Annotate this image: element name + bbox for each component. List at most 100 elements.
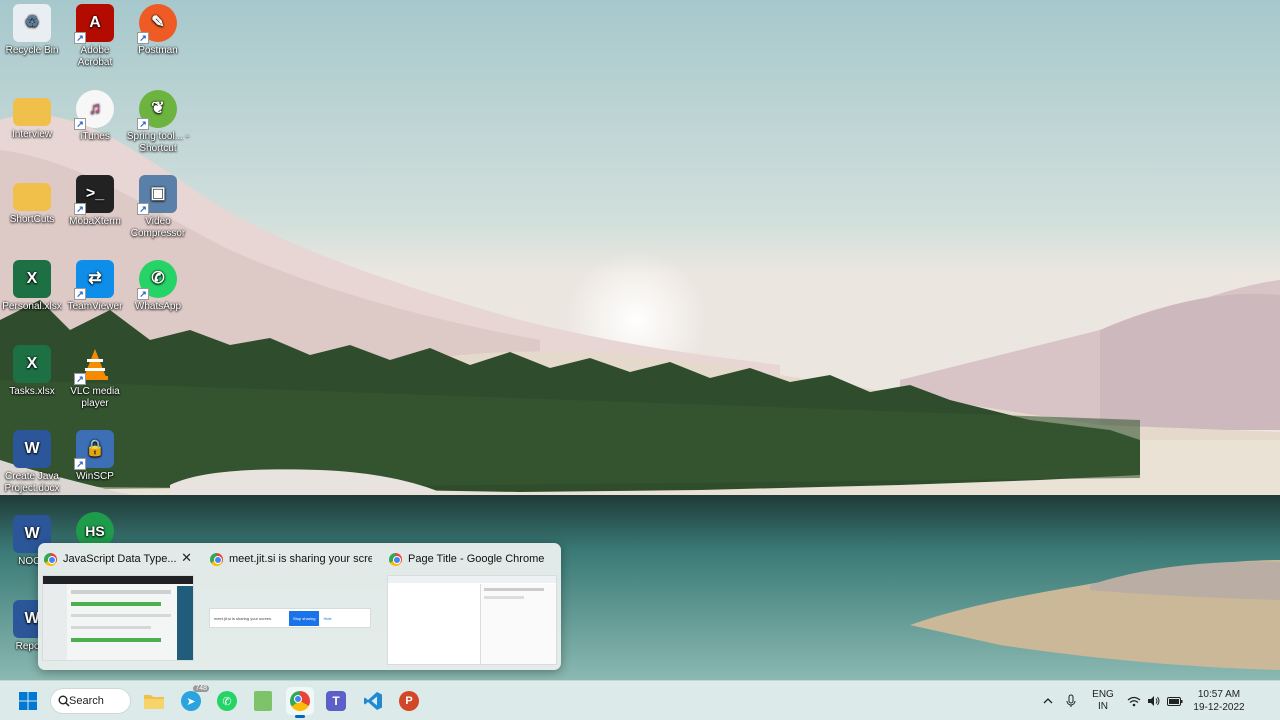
postman-icon: ✎ ↗ (137, 4, 177, 44)
chevron-up-icon (1043, 698, 1053, 704)
wifi-button[interactable] (1125, 681, 1143, 720)
postman-desktop-icon[interactable]: ✎ ↗ Postman (126, 4, 190, 57)
show-hidden-icons-button[interactable] (1038, 681, 1058, 720)
chrome-icon (44, 552, 57, 566)
chrome-icon (389, 552, 402, 566)
chrome-icon (210, 552, 223, 566)
itunes-icon: ♫ ↗ (74, 90, 114, 130)
desktop-icon-label: VLC media player (70, 386, 120, 409)
thumb-line (71, 638, 161, 642)
vlc-desktop-icon[interactable]: ↗ VLC media player (63, 345, 127, 410)
clock[interactable]: 10:57 AM 19-12-2022 (1190, 681, 1248, 720)
preview-title: JavaScript Data Type... (63, 553, 177, 565)
video-compressor-desktop-icon[interactable]: ▣ ↗ Video Compressor (126, 175, 190, 240)
desktop-icon-label: iTunes (80, 131, 110, 142)
telegram-button[interactable]: ➤ 748 (177, 685, 209, 715)
desktop-icon-label: Video Compressor (130, 216, 186, 239)
desktop-icon-label: Tasks.xlsx (9, 386, 55, 397)
teamviewer-desktop-icon[interactable]: ⇄ ↗ TeamViewer (63, 260, 127, 313)
start-button[interactable] (14, 687, 42, 715)
powerpoint-button[interactable]: P (395, 687, 423, 715)
search-icon (58, 695, 70, 707)
spring-tool-desktop-icon[interactable]: ❦ ↗ Spring tool... - Shortcut (126, 90, 190, 155)
active-indicator (295, 715, 305, 718)
desktop-icon-label: Spring tool... - Shortcut (126, 131, 190, 154)
winscp-desktop-icon[interactable]: 🔒 ↗ WinSCP (63, 430, 127, 483)
spring-leaf-icon: ❦ ↗ (137, 90, 177, 130)
acrobat-icon: A ↗ (74, 4, 114, 44)
desktop-icon-label: TeamViewer (67, 301, 123, 312)
whatsapp-desktop-icon[interactable]: ✆ ↗ WhatsApp (126, 260, 190, 313)
volume-button[interactable] (1145, 681, 1163, 720)
thumb-line (71, 614, 171, 617)
search-label: Search (69, 695, 104, 707)
desktop-icon-label: Postman (138, 45, 178, 56)
interview-folder-desktop-icon[interactable]: Interview (0, 90, 64, 141)
desktop-icon-label: ShortCuts (9, 214, 55, 225)
video-compressor-icon: ▣ ↗ (137, 175, 177, 215)
chrome-window-previews: JavaScript Data Type... ✕ meet.jit.si is… (38, 543, 561, 670)
teams-button[interactable]: T (322, 687, 350, 715)
recycle-bin-desktop-icon[interactable]: ♻ Recycle Bin (0, 4, 64, 57)
wifi-icon (1127, 696, 1141, 706)
taskbar-search-box[interactable]: Search (50, 688, 131, 714)
preview-thumbnail (387, 575, 557, 665)
chrome-taskbar-button[interactable] (286, 687, 314, 718)
vscode-icon (364, 692, 382, 710)
language-indicator[interactable]: ENG IN (1086, 681, 1120, 720)
vscode-button[interactable] (359, 687, 387, 715)
file-explorer-icon (144, 695, 164, 709)
battery-button[interactable] (1165, 681, 1185, 720)
thumb-tabbar (43, 576, 193, 584)
clock-time: 10:57 AM (1197, 689, 1241, 700)
winscp-icon: 🔒 ↗ (74, 430, 114, 470)
preview-header: meet.jit.si is sharing your screen. (210, 551, 372, 567)
close-icon[interactable]: ✕ (181, 551, 192, 566)
create-java-project-desktop-icon[interactable]: W Create Java Project.docx (0, 430, 64, 495)
desktop-icon-label: WhatsApp (134, 301, 182, 312)
desktop-icon-label: Interview (11, 129, 52, 140)
thumb-ad-banner (177, 586, 193, 660)
language-code: ENG (1092, 689, 1114, 700)
desktop-icon-label: Personal.xlsx (2, 301, 62, 312)
preview-header: JavaScript Data Type... ✕ (44, 551, 192, 567)
preview-title: Page Title - Google Chrome (408, 553, 545, 565)
excel-icon: X (13, 345, 51, 383)
taskbar: Search ➤ 748 ✆ T P ENG IN 10:57 AM 19-12… (0, 680, 1280, 720)
notepad-button[interactable] (249, 687, 277, 715)
telegram-icon: ➤ (181, 691, 201, 711)
stop-sharing-button: Stop sharing (289, 610, 320, 626)
battery-icon (1167, 696, 1183, 706)
whatsapp-taskbar-button[interactable]: ✆ (213, 687, 241, 715)
thumb-line (71, 626, 151, 629)
preview-page-title[interactable]: Page Title - Google Chrome (383, 543, 561, 670)
speaker-icon (1148, 696, 1160, 706)
recycle-bin-icon: ♻ (13, 4, 51, 42)
preview-jitsi-sharing[interactable]: meet.jit.si is sharing your screen. meet… (204, 543, 378, 670)
chrome-icon (290, 691, 310, 711)
mobaxterm-desktop-icon[interactable]: >_ ↗ MobaXterm (63, 175, 127, 228)
thumb-sidebar (43, 584, 67, 660)
personal-xlsx-desktop-icon[interactable]: X Personal.xlsx (0, 260, 64, 313)
folder-icon (13, 183, 51, 211)
adobe-acrobat-desktop-icon[interactable]: A ↗ Adobe Acrobat (63, 4, 127, 69)
thumb-line (484, 588, 544, 591)
file-explorer-button[interactable] (140, 687, 168, 715)
vlc-cone-icon: ↗ (74, 345, 114, 385)
hide-button: Hide (323, 615, 332, 621)
tasks-xlsx-desktop-icon[interactable]: X Tasks.xlsx (0, 345, 64, 398)
shortcuts-folder-desktop-icon[interactable]: ShortCuts (0, 175, 64, 226)
teamviewer-icon: ⇄ ↗ (74, 260, 114, 300)
itunes-desktop-icon[interactable]: ♫ ↗ iTunes (63, 90, 127, 143)
thumb-tabbar (388, 576, 556, 583)
preview-header: Page Title - Google Chrome (389, 551, 555, 567)
whatsapp-icon: ✆ (217, 691, 237, 711)
preview-javascript-data-types[interactable]: JavaScript Data Type... ✕ (38, 543, 198, 670)
word-icon: W (13, 430, 51, 468)
microphone-button[interactable] (1062, 681, 1080, 720)
mobaxterm-icon: >_ ↗ (74, 175, 114, 215)
language-region: IN (1098, 701, 1108, 712)
preview-title: meet.jit.si is sharing your screen. (229, 553, 372, 565)
powerpoint-icon: P (399, 691, 419, 711)
clock-date: 19-12-2022 (1193, 702, 1245, 713)
